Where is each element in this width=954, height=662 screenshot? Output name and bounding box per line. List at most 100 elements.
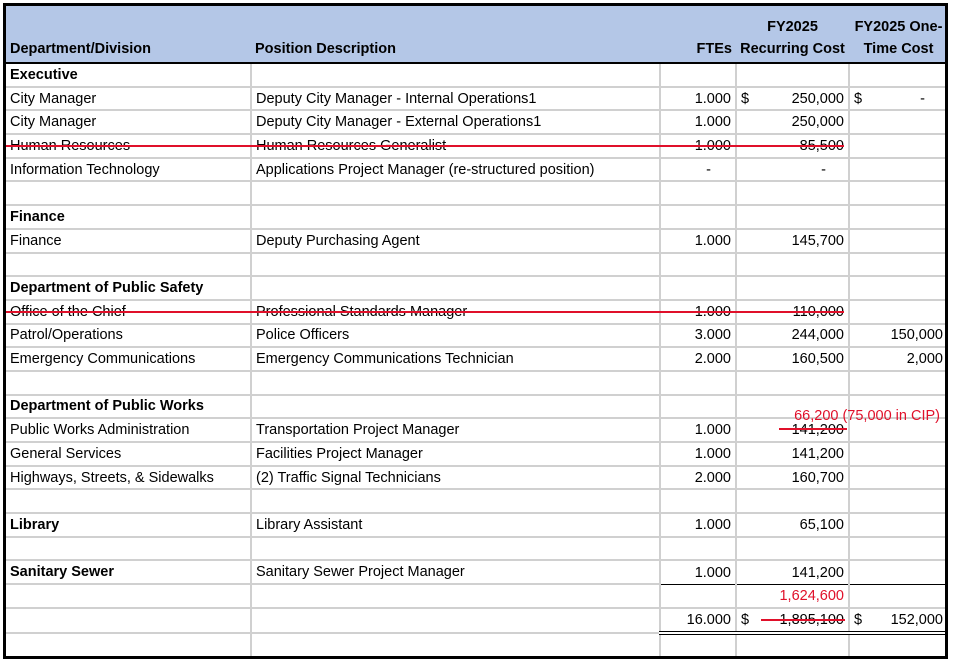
cell-onetime[interactable] — [849, 536, 945, 562]
cell-department[interactable]: Executive — [6, 63, 252, 88]
cell-onetime[interactable] — [849, 370, 945, 396]
cell-recurring[interactable]: - — [736, 157, 850, 183]
cell-onetime[interactable] — [849, 205, 945, 230]
cell-onetime[interactable] — [849, 418, 945, 443]
cell-position[interactable]: Police Officers — [251, 323, 661, 349]
cell-department[interactable]: Public Works Administration — [6, 418, 252, 443]
cell-recurring[interactable]: 65,100 — [736, 513, 850, 538]
cell-ftes[interactable] — [660, 632, 737, 656]
cell-department[interactable]: Library — [6, 513, 252, 538]
cell-position[interactable]: Transportation Project Manager — [251, 418, 661, 443]
cell-onetime[interactable]: $ - — [849, 86, 945, 112]
cell-onetime[interactable] — [849, 134, 945, 159]
cell-position[interactable] — [251, 276, 661, 301]
onetime-total[interactable]: $152,000 — [849, 607, 945, 635]
cell-onetime[interactable] — [849, 560, 945, 585]
cell-position[interactable]: (2) Traffic Signal Technicians — [251, 465, 661, 491]
cell-onetime[interactable] — [849, 465, 945, 491]
cell-department[interactable]: Emergency Communications — [6, 347, 252, 372]
cell-onetime[interactable] — [849, 228, 945, 254]
cell-onetime[interactable] — [849, 252, 945, 278]
cell-onetime[interactable] — [849, 489, 945, 515]
cell-ftes[interactable]: 1.000 — [660, 134, 737, 159]
cell-department[interactable] — [6, 370, 252, 396]
cell-position[interactable] — [251, 489, 661, 515]
cell-onetime[interactable] — [849, 632, 945, 656]
fte-total[interactable]: 16.000 — [660, 607, 737, 635]
cell-ftes[interactable]: 2.000 — [660, 347, 737, 372]
cell-ftes[interactable] — [660, 205, 737, 230]
cell-position[interactable]: Deputy City Manager - Internal Operation… — [251, 86, 661, 112]
cell-position[interactable]: Facilities Project Manager — [251, 442, 661, 467]
original-recurring-total[interactable]: $1,895,100 — [736, 607, 850, 635]
cell-recurring[interactable] — [736, 205, 850, 230]
cell-ftes[interactable]: 1.000 — [660, 442, 737, 467]
cell-recurring[interactable]: 85,500 — [736, 134, 850, 159]
cell-department[interactable]: Human Resources — [6, 134, 844, 159]
cell-recurring[interactable] — [736, 370, 850, 396]
cell-ftes[interactable] — [660, 489, 737, 515]
cell-onetime[interactable] — [849, 276, 945, 301]
cell-position[interactable] — [251, 63, 661, 88]
cell-ftes[interactable]: 3.000 — [660, 323, 737, 349]
cell-recurring[interactable]: 244,000 — [736, 323, 850, 349]
cell-department[interactable]: Patrol/Operations — [6, 323, 252, 349]
cell-department[interactable]: Finance — [6, 228, 252, 254]
cell-position[interactable] — [251, 181, 661, 207]
cell-position[interactable]: Library Assistant — [251, 513, 661, 538]
cell-ftes[interactable]: 1.000 — [660, 86, 737, 112]
cell-onetime[interactable] — [849, 157, 945, 183]
cell-recurring[interactable] — [736, 181, 850, 207]
cell-recurring[interactable]: 141,200 — [736, 560, 850, 585]
cell-ftes[interactable]: 2.000 — [660, 465, 737, 491]
cell-onetime[interactable] — [849, 513, 945, 538]
cell-onetime[interactable] — [849, 584, 945, 609]
cell-department[interactable] — [6, 632, 252, 656]
cell-department[interactable] — [6, 584, 252, 609]
cell-department[interactable]: Sanitary Sewer — [6, 560, 252, 586]
cell-department[interactable] — [6, 536, 252, 562]
cell-department[interactable]: Department of Public Works — [6, 394, 252, 420]
cell-onetime[interactable]: 150,000 — [849, 323, 945, 349]
cell-department[interactable]: Department of Public Safety — [6, 276, 252, 301]
cell-department[interactable] — [6, 607, 252, 634]
cell-ftes[interactable] — [660, 394, 737, 420]
cell-recurring[interactable]: 160,700 — [736, 465, 850, 491]
cell-recurring[interactable]: $250,000 — [736, 86, 850, 112]
cell-onetime[interactable] — [849, 181, 945, 207]
cell-department[interactable] — [6, 252, 252, 278]
cell-ftes[interactable] — [660, 181, 737, 207]
cell-position[interactable]: Applications Project Manager (re-structu… — [251, 157, 661, 183]
cell-position[interactable] — [251, 632, 661, 656]
cell-position[interactable] — [251, 394, 661, 420]
cell-ftes[interactable]: 1.000 — [660, 228, 737, 254]
cell-position[interactable] — [251, 205, 661, 230]
cell-recurring[interactable] — [736, 252, 850, 278]
cell-recurring[interactable] — [736, 489, 850, 515]
cell-position[interactable] — [251, 607, 661, 634]
cell-ftes[interactable]: 1.000 — [660, 513, 737, 538]
cell-ftes[interactable]: - — [660, 157, 737, 183]
cell-recurring[interactable] — [736, 63, 850, 88]
cell-recurring[interactable] — [736, 276, 850, 301]
cell-recurring[interactable] — [736, 632, 850, 656]
cell-recurring[interactable]: 160,500 — [736, 347, 850, 372]
cell-recurring[interactable]: 141,200 66,200 (75,000 in CIP) — [736, 409, 940, 443]
cell-position[interactable]: Professional Standards Manager — [251, 299, 661, 325]
cell-ftes[interactable] — [660, 252, 737, 278]
cell-ftes[interactable]: 1.000 — [660, 560, 737, 585]
cell-department[interactable]: Office of the Chief — [6, 299, 844, 325]
revised-recurring-total[interactable]: 1,624,600 — [736, 584, 850, 609]
cell-department[interactable]: Information Technology — [6, 157, 252, 183]
cell-position[interactable] — [251, 252, 661, 278]
cell-recurring[interactable]: 141,200 — [736, 442, 850, 467]
cell-recurring[interactable]: 250,000 — [736, 110, 850, 136]
cell-department[interactable] — [6, 181, 252, 207]
cell-onetime[interactable]: 2,000 — [849, 347, 945, 372]
cell-onetime[interactable] — [849, 63, 945, 88]
cell-position[interactable]: Deputy Purchasing Agent — [251, 228, 661, 254]
cell-recurring[interactable]: 145,700 — [736, 228, 850, 254]
cell-recurring[interactable] — [736, 536, 850, 562]
cell-ftes[interactable]: 1.000 — [660, 299, 737, 325]
cell-department[interactable]: City Manager — [6, 110, 252, 136]
